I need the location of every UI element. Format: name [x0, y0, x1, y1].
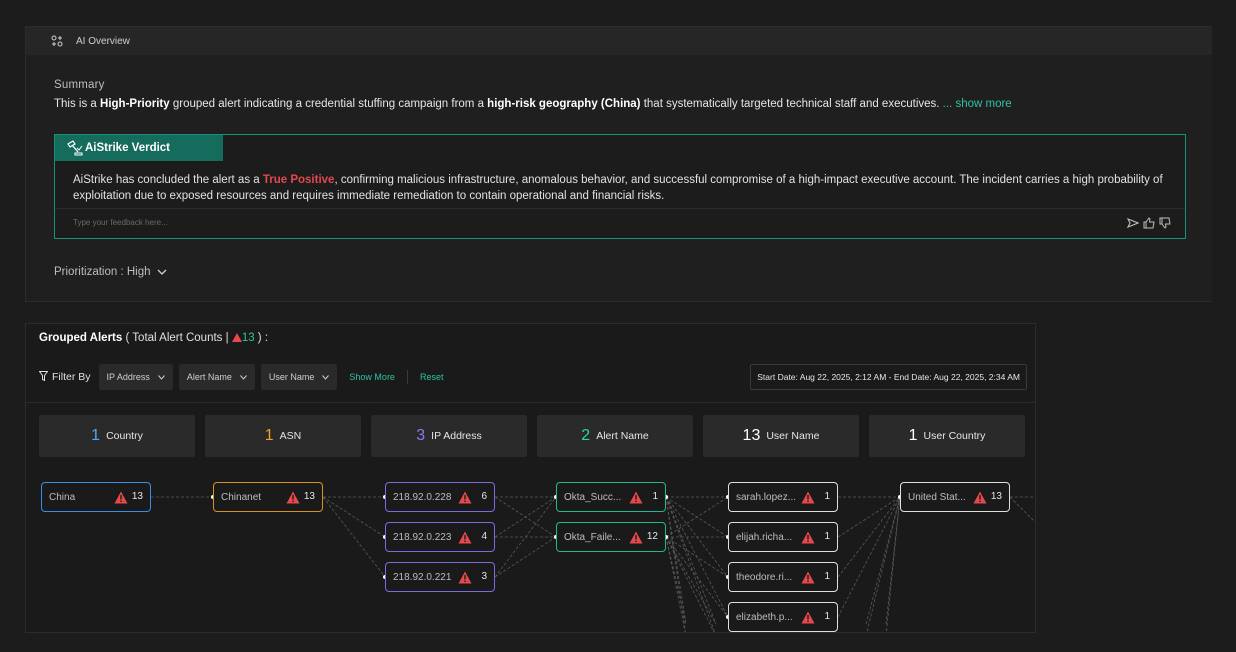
graph-edge: [494, 536, 557, 578]
ai-overview-title: AI Overview: [76, 35, 130, 47]
show-more-link[interactable]: ... show more: [939, 98, 1012, 110]
warning-icon: [629, 531, 643, 544]
warning-icon: [458, 531, 472, 544]
node-label: sarah.lopez...: [736, 491, 797, 503]
warning-icon: [801, 571, 815, 584]
node-label: 218.92.0.228: [393, 491, 452, 503]
graph-edge: [866, 496, 901, 632]
prioritization-label: Prioritization : High: [54, 266, 151, 278]
node-count: 1: [824, 531, 830, 542]
chevron-down-icon: [157, 266, 167, 278]
feedback-actions: [1127, 217, 1171, 229]
graph-edge: [665, 496, 715, 632]
warning-icon: [458, 571, 472, 584]
node-count: 1: [824, 571, 830, 582]
node-label: elijah.richa...: [736, 531, 793, 543]
warning-icon: [629, 491, 643, 504]
node-label: 218.92.0.223: [393, 531, 452, 543]
verdict-box: AiStrike Verdict AiStrike has concluded …: [54, 134, 1186, 239]
graph-node-alert[interactable]: Okta_Succ... 1: [556, 482, 666, 512]
node-count: 4: [481, 531, 487, 542]
summary-bold: High-Priority: [100, 98, 170, 110]
warning-icon: [114, 491, 128, 504]
node-count: 3: [481, 571, 487, 582]
divider: [55, 208, 1185, 209]
graph-edge: [665, 536, 717, 625]
graph-edge: [837, 496, 901, 578]
graph-edge: [665, 536, 715, 632]
summary-text: This is a High-Priority grouped alert in…: [54, 98, 1012, 110]
graph-node-ip[interactable]: 218.92.0.221 3: [385, 562, 495, 592]
gavel-icon: [65, 140, 83, 156]
true-positive-label: True Positive: [262, 174, 335, 186]
graph-node-user[interactable]: elijah.richa... 1: [728, 522, 838, 552]
graph-edge: [665, 496, 717, 625]
graph-node-country[interactable]: China 13: [41, 482, 151, 512]
warning-icon: [286, 491, 300, 504]
warning-icon: [801, 611, 815, 624]
ai-overview-header: AI Overview: [26, 27, 1212, 55]
graph-node-user[interactable]: theodore.ri... 1: [728, 562, 838, 592]
node-label: Chinanet: [221, 491, 262, 503]
feedback-input[interactable]: [73, 218, 673, 227]
summary-part: This is a: [54, 98, 101, 110]
prioritization-dropdown[interactable]: Prioritization : High: [54, 266, 167, 278]
node-count: 1: [824, 491, 830, 502]
warning-icon: [973, 491, 987, 504]
node-count: 12: [646, 531, 658, 542]
warning-icon: [801, 491, 815, 504]
graph-node-ip[interactable]: 218.92.0.223 4: [385, 522, 495, 552]
graph-edges: [151, 495, 1035, 632]
send-icon[interactable]: [1127, 217, 1139, 229]
graph-edge: [1009, 496, 1035, 523]
graph-node-user[interactable]: elizabeth.p... 1: [728, 602, 838, 632]
ai-overview-panel: AI Overview Summary This is a High-Prior…: [25, 26, 1212, 302]
node-count: 1: [652, 491, 658, 502]
summary-label: Summary: [54, 79, 105, 91]
graph-node-user[interactable]: sarah.lopez... 1: [728, 482, 838, 512]
warning-icon: [458, 491, 472, 504]
thumbs-down-icon[interactable]: [1159, 217, 1171, 229]
summary-part: that systematically targeted technical s…: [640, 98, 940, 110]
graph-node-ip[interactable]: 218.92.0.228 6: [385, 482, 495, 512]
node-count: 13: [303, 491, 315, 502]
graph-edge: [322, 496, 386, 578]
node-count: 6: [481, 491, 487, 502]
graph-edge: [837, 496, 901, 618]
node-label: theodore.ri...: [736, 571, 793, 583]
graph-node-alert[interactable]: Okta_Faile... 12: [556, 522, 666, 552]
graph-edge: [865, 496, 901, 625]
node-label: 218.92.0.221: [393, 571, 452, 583]
node-count: 13: [990, 491, 1002, 502]
graph-edge: [322, 496, 386, 538]
verdict-title: AiStrike Verdict: [85, 142, 171, 154]
summary-bold: high-risk geography (China): [487, 98, 641, 110]
node-count: 1: [824, 611, 830, 622]
thumbs-up-icon[interactable]: [1143, 217, 1155, 229]
summary-part: grouped alert indicating a credential st…: [169, 98, 488, 110]
node-count: 13: [131, 491, 143, 502]
warning-icon: [801, 531, 815, 544]
graph-edge: [665, 536, 686, 632]
node-label: Okta_Faile...: [564, 531, 621, 543]
node-label: elizabeth.p...: [736, 611, 793, 623]
ai-sparkle-icon: [50, 34, 64, 48]
verdict-part: AiStrike has concluded the alert as a: [73, 174, 263, 186]
grouped-alerts-panel: Grouped Alerts ( Total Alert Counts | 13…: [25, 323, 1036, 633]
node-label: Okta_Succ...: [564, 491, 622, 503]
node-label: China: [49, 491, 76, 503]
verdict-text: AiStrike has concluded the alert as a Tr…: [73, 172, 1163, 204]
verdict-tab: AiStrike Verdict: [55, 135, 223, 161]
graph-node-user-country[interactable]: United Stat... 13: [900, 482, 1010, 512]
graph-node-asn[interactable]: Chinanet 13: [213, 482, 323, 512]
node-label: United Stat...: [908, 491, 966, 503]
